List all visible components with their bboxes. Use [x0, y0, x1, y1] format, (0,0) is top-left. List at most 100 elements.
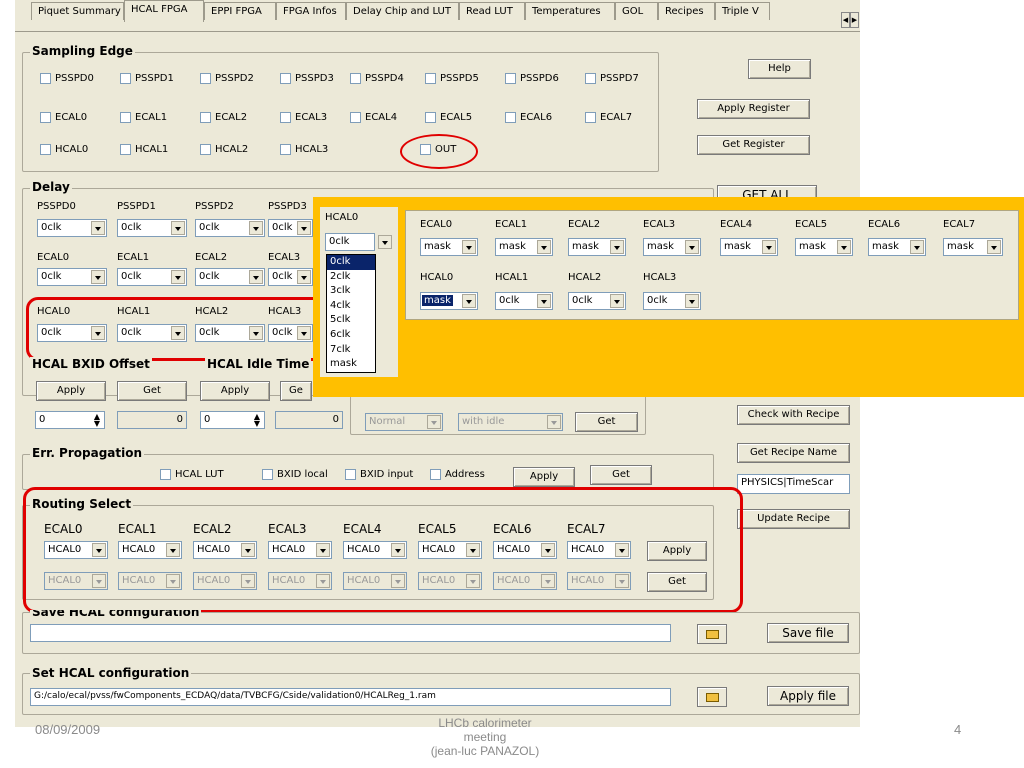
idle-mode-select[interactable]: with idle — [458, 413, 563, 431]
chevron-down-icon[interactable] — [466, 574, 480, 588]
chevron-down-icon[interactable] — [541, 543, 555, 557]
overlay-select-ecal3[interactable]: mask — [643, 238, 701, 256]
err-get-button[interactable]: Get — [590, 465, 652, 485]
option-2clk[interactable]: 2clk — [327, 270, 375, 285]
option-3clk[interactable]: 3clk — [327, 284, 375, 299]
option-4clk[interactable]: 4clk — [327, 299, 375, 314]
checkbox-hcal3-box[interactable] — [280, 144, 291, 155]
checkbox-psspd5[interactable]: PSSPD5 — [425, 73, 479, 84]
delay-select-ecal3[interactable]: 0clk — [268, 268, 313, 286]
hcal0-options-list[interactable]: 0clk 2clk 3clk 4clk 5clk 6clk 7clk mask — [326, 254, 376, 373]
err-checkbox-0[interactable]: HCAL LUT — [160, 469, 224, 480]
err-checkbox-0-box[interactable] — [160, 469, 171, 480]
routing-readback-ecal4[interactable]: HCAL0 — [343, 572, 407, 590]
chevron-down-icon[interactable] — [91, 270, 105, 284]
err-checkbox-1-box[interactable] — [262, 469, 273, 480]
chevron-down-icon[interactable] — [249, 270, 263, 284]
delay-select-hcal2[interactable]: 0clk — [195, 324, 265, 342]
chevron-down-icon[interactable] — [166, 574, 180, 588]
routing-select-ecal4[interactable]: HCAL0 — [343, 541, 407, 559]
chevron-down-icon[interactable] — [241, 574, 255, 588]
chevron-down-icon[interactable] — [910, 240, 924, 254]
checkbox-ecal6-box[interactable] — [505, 112, 516, 123]
chevron-down-icon[interactable] — [92, 543, 106, 557]
tab-temperatures[interactable]: Temperatures — [525, 2, 615, 20]
checkbox-ecal5[interactable]: ECAL5 — [425, 112, 472, 123]
checkbox-hcal3[interactable]: HCAL3 — [280, 144, 328, 155]
delay-select-ecal2[interactable]: 0clk — [195, 268, 265, 286]
checkbox-hcal2-box[interactable] — [200, 144, 211, 155]
chevron-down-icon[interactable] — [685, 240, 699, 254]
chevron-down-icon[interactable] — [171, 326, 185, 340]
err-checkbox-2[interactable]: BXID input — [345, 469, 413, 480]
chevron-down-icon[interactable] — [297, 221, 311, 235]
checkbox-psspd6[interactable]: PSSPD6 — [505, 73, 559, 84]
chevron-down-icon[interactable] — [462, 294, 476, 308]
chevron-down-icon[interactable] — [541, 574, 555, 588]
idle-get-button[interactable]: Ge — [280, 381, 312, 401]
err-checkbox-3[interactable]: Address — [430, 469, 485, 480]
chevron-down-icon[interactable] — [547, 415, 561, 429]
checkbox-ecal4-box[interactable] — [350, 112, 361, 123]
get-register-button[interactable]: Get Register — [697, 135, 810, 155]
checkbox-psspd6-box[interactable] — [505, 73, 516, 84]
checkbox-out-box[interactable] — [420, 144, 431, 155]
checkbox-hcal0[interactable]: HCAL0 — [40, 144, 88, 155]
err-checkbox-1[interactable]: BXID local — [262, 469, 328, 480]
tab-gol[interactable]: GOL — [615, 2, 658, 20]
overlay-hcal-select-hcal2[interactable]: 0clk — [568, 292, 626, 310]
routing-select-ecal0[interactable]: HCAL0 — [44, 541, 108, 559]
tab-triple-v[interactable]: Triple V — [715, 2, 770, 20]
routing-select-ecal6[interactable]: HCAL0 — [493, 541, 557, 559]
overlay-hcal-select-hcal0[interactable]: mask — [420, 292, 478, 310]
chevron-down-icon[interactable] — [171, 270, 185, 284]
chevron-down-icon[interactable] — [391, 574, 405, 588]
chevron-down-icon[interactable] — [249, 221, 263, 235]
delay-select-ecal1[interactable]: 0clk — [117, 268, 187, 286]
bxid-get-button[interactable]: Get — [117, 381, 187, 401]
checkbox-ecal0[interactable]: ECAL0 — [40, 112, 87, 123]
chevron-down-icon[interactable] — [91, 326, 105, 340]
routing-readback-ecal7[interactable]: HCAL0 — [567, 572, 631, 590]
err-apply-button[interactable]: Apply — [513, 467, 575, 487]
checkbox-psspd2-box[interactable] — [200, 73, 211, 84]
chevron-down-icon[interactable] — [297, 270, 311, 284]
chevron-down-icon[interactable] — [537, 294, 551, 308]
chevron-down-icon[interactable] — [610, 240, 624, 254]
checkbox-psspd7[interactable]: PSSPD7 — [585, 73, 639, 84]
option-7clk[interactable]: 7clk — [327, 343, 375, 358]
routing-select-ecal3[interactable]: HCAL0 — [268, 541, 332, 559]
overlay-select-ecal4[interactable]: mask — [720, 238, 778, 256]
checkbox-psspd1-box[interactable] — [120, 73, 131, 84]
checkbox-ecal6[interactable]: ECAL6 — [505, 112, 552, 123]
checkbox-ecal5-box[interactable] — [425, 112, 436, 123]
delay-select-psspd3[interactable]: 0clk — [268, 219, 313, 237]
tab-read-lut[interactable]: Read LUT — [459, 2, 525, 20]
help-button[interactable]: Help — [748, 59, 811, 79]
delay-select-psspd2[interactable]: 0clk — [195, 219, 265, 237]
chevron-down-icon[interactable] — [316, 574, 330, 588]
chevron-down-icon[interactable] — [391, 543, 405, 557]
delay-select-hcal1[interactable]: 0clk — [117, 324, 187, 342]
delay-select-ecal0[interactable]: 0clk — [37, 268, 107, 286]
option-mask[interactable]: mask — [327, 357, 375, 372]
checkbox-hcal1[interactable]: HCAL1 — [120, 144, 168, 155]
chevron-down-icon[interactable] — [297, 326, 311, 340]
bxid-spinner[interactable]: 0 ▲ ▼ — [35, 411, 105, 429]
routing-readback-ecal5[interactable]: HCAL0 — [418, 572, 482, 590]
checkbox-psspd4[interactable]: PSSPD4 — [350, 73, 404, 84]
checkbox-psspd3[interactable]: PSSPD3 — [280, 73, 334, 84]
overlay-select-ecal0[interactable]: mask — [420, 238, 478, 256]
routing-select-ecal1[interactable]: HCAL0 — [118, 541, 182, 559]
checkbox-psspd4-box[interactable] — [350, 73, 361, 84]
chevron-down-icon[interactable] — [241, 543, 255, 557]
checkbox-psspd0[interactable]: PSSPD0 — [40, 73, 94, 84]
checkbox-psspd2[interactable]: PSSPD2 — [200, 73, 254, 84]
checkbox-ecal7-box[interactable] — [585, 112, 596, 123]
chevron-down-icon[interactable] — [316, 543, 330, 557]
delay-select-psspd0[interactable]: 0clk — [37, 219, 107, 237]
overlay-hcal-select-hcal1[interactable]: 0clk — [495, 292, 553, 310]
chevron-down-icon[interactable] — [466, 543, 480, 557]
chevron-down-icon[interactable] — [462, 240, 476, 254]
idle-apply-button[interactable]: Apply — [200, 381, 270, 401]
